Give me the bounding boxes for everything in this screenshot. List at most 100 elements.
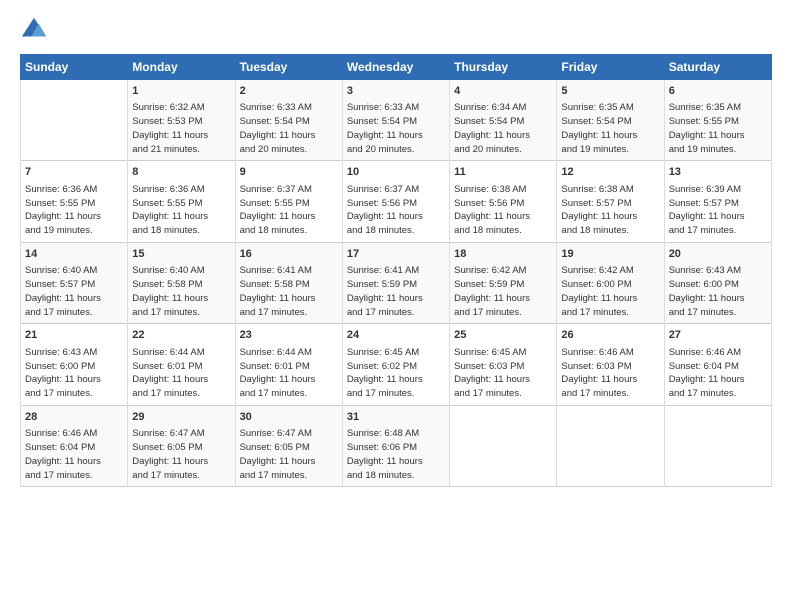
calendar-cell: 4 Sunrise: 6:34 AM Sunset: 5:54 PM Daylig… <box>450 80 557 161</box>
calendar-header-saturday: Saturday <box>664 55 771 80</box>
day-number: 15 <box>132 247 230 262</box>
calendar-week-row: 21 Sunrise: 6:43 AM Sunset: 6:00 PM Dayli… <box>21 324 772 405</box>
calendar-cell: 29 Sunrise: 6:47 AM Sunset: 6:05 PM Dayli… <box>128 405 235 486</box>
calendar-cell: 8Sunrise: 6:36 AM Sunset: 5:55 PM Daylig… <box>128 161 235 242</box>
day-number: 13 <box>669 165 767 180</box>
day-info: Sunrise: 6:33 AM Sunset: 5:54 PM Dayligh… <box>240 101 338 156</box>
calendar-header-tuesday: Tuesday <box>235 55 342 80</box>
calendar-header-friday: Friday <box>557 55 664 80</box>
day-info: Sunrise: 6:34 AM Sunset: 5:54 PM Dayligh… <box>454 101 552 156</box>
calendar-cell <box>450 405 557 486</box>
day-info: Sunrise: 6:40 AM Sunset: 5:57 PM Dayligh… <box>25 264 123 319</box>
day-info: Sunrise: 6:48 AM Sunset: 6:06 PM Dayligh… <box>347 427 445 482</box>
calendar-cell: 1 Sunrise: 6:32 AM Sunset: 5:53 PM Daylig… <box>128 80 235 161</box>
calendar-cell: 17 Sunrise: 6:41 AM Sunset: 5:59 PM Dayli… <box>342 242 449 323</box>
day-number: 21 <box>25 328 123 343</box>
calendar-cell: 26 Sunrise: 6:46 AM Sunset: 6:03 PM Dayli… <box>557 324 664 405</box>
calendar-cell <box>664 405 771 486</box>
day-number: 2 <box>240 84 338 99</box>
calendar-cell: 12Sunrise: 6:38 AM Sunset: 5:57 PM Dayli… <box>557 161 664 242</box>
calendar-cell: 6 Sunrise: 6:35 AM Sunset: 5:55 PM Daylig… <box>664 80 771 161</box>
day-info: Sunrise: 6:45 AM Sunset: 6:02 PM Dayligh… <box>347 346 445 401</box>
calendar-cell <box>21 80 128 161</box>
calendar-cell: 25Sunrise: 6:45 AM Sunset: 6:03 PM Dayli… <box>450 324 557 405</box>
day-number: 26 <box>561 328 659 343</box>
day-info: Sunrise: 6:41 AM Sunset: 5:59 PM Dayligh… <box>347 264 445 319</box>
day-info: Sunrise: 6:45 AM Sunset: 6:03 PM Dayligh… <box>454 346 552 401</box>
page-container: SundayMondayTuesdayWednesdayThursdayFrid… <box>0 0 792 497</box>
calendar-table: SundayMondayTuesdayWednesdayThursdayFrid… <box>20 54 772 487</box>
day-number: 6 <box>669 84 767 99</box>
day-number: 3 <box>347 84 445 99</box>
day-info: Sunrise: 6:44 AM Sunset: 6:01 PM Dayligh… <box>132 346 230 401</box>
day-info: Sunrise: 6:38 AM Sunset: 5:56 PM Dayligh… <box>454 183 552 238</box>
day-number: 10 <box>347 165 445 180</box>
calendar-cell: 31 Sunrise: 6:48 AM Sunset: 6:06 PM Dayli… <box>342 405 449 486</box>
day-number: 9 <box>240 165 338 180</box>
day-number: 14 <box>25 247 123 262</box>
calendar-cell: 27 Sunrise: 6:46 AM Sunset: 6:04 PM Dayli… <box>664 324 771 405</box>
day-number: 1 <box>132 84 230 99</box>
calendar-week-row: 1 Sunrise: 6:32 AM Sunset: 5:53 PM Daylig… <box>21 80 772 161</box>
day-info: Sunrise: 6:47 AM Sunset: 6:05 PM Dayligh… <box>240 427 338 482</box>
day-info: Sunrise: 6:35 AM Sunset: 5:55 PM Dayligh… <box>669 101 767 156</box>
day-number: 16 <box>240 247 338 262</box>
day-info: Sunrise: 6:43 AM Sunset: 6:00 PM Dayligh… <box>669 264 767 319</box>
calendar-header-wednesday: Wednesday <box>342 55 449 80</box>
header <box>20 16 772 44</box>
day-number: 17 <box>347 247 445 262</box>
day-info: Sunrise: 6:33 AM Sunset: 5:54 PM Dayligh… <box>347 101 445 156</box>
day-info: Sunrise: 6:36 AM Sunset: 5:55 PM Dayligh… <box>132 183 230 238</box>
day-info: Sunrise: 6:43 AM Sunset: 6:00 PM Dayligh… <box>25 346 123 401</box>
calendar-cell: 19 Sunrise: 6:42 AM Sunset: 6:00 PM Dayli… <box>557 242 664 323</box>
day-number: 29 <box>132 410 230 425</box>
calendar-cell: 23Sunrise: 6:44 AM Sunset: 6:01 PM Dayli… <box>235 324 342 405</box>
day-info: Sunrise: 6:46 AM Sunset: 6:04 PM Dayligh… <box>25 427 123 482</box>
day-number: 11 <box>454 165 552 180</box>
calendar-cell: 5 Sunrise: 6:35 AM Sunset: 5:54 PM Daylig… <box>557 80 664 161</box>
calendar-header-thursday: Thursday <box>450 55 557 80</box>
logo <box>20 16 52 44</box>
day-number: 24 <box>347 328 445 343</box>
day-info: Sunrise: 6:47 AM Sunset: 6:05 PM Dayligh… <box>132 427 230 482</box>
logo-icon <box>20 16 48 44</box>
calendar-cell <box>557 405 664 486</box>
day-number: 22 <box>132 328 230 343</box>
day-number: 7 <box>25 165 123 180</box>
day-number: 27 <box>669 328 767 343</box>
day-number: 5 <box>561 84 659 99</box>
day-info: Sunrise: 6:42 AM Sunset: 5:59 PM Dayligh… <box>454 264 552 319</box>
day-info: Sunrise: 6:35 AM Sunset: 5:54 PM Dayligh… <box>561 101 659 156</box>
calendar-cell: 7 Sunrise: 6:36 AM Sunset: 5:55 PM Daylig… <box>21 161 128 242</box>
calendar-week-row: 7 Sunrise: 6:36 AM Sunset: 5:55 PM Daylig… <box>21 161 772 242</box>
calendar-cell: 28Sunrise: 6:46 AM Sunset: 6:04 PM Dayli… <box>21 405 128 486</box>
calendar-cell: 14 Sunrise: 6:40 AM Sunset: 5:57 PM Dayli… <box>21 242 128 323</box>
calendar-cell: 15 Sunrise: 6:40 AM Sunset: 5:58 PM Dayli… <box>128 242 235 323</box>
calendar-header-row: SundayMondayTuesdayWednesdayThursdayFrid… <box>21 55 772 80</box>
day-info: Sunrise: 6:40 AM Sunset: 5:58 PM Dayligh… <box>132 264 230 319</box>
day-number: 18 <box>454 247 552 262</box>
day-number: 31 <box>347 410 445 425</box>
calendar-cell: 30 Sunrise: 6:47 AM Sunset: 6:05 PM Dayli… <box>235 405 342 486</box>
calendar-header-sunday: Sunday <box>21 55 128 80</box>
calendar-cell: 24 Sunrise: 6:45 AM Sunset: 6:02 PM Dayli… <box>342 324 449 405</box>
day-number: 30 <box>240 410 338 425</box>
calendar-cell: 11 Sunrise: 6:38 AM Sunset: 5:56 PM Dayli… <box>450 161 557 242</box>
calendar-cell: 10 Sunrise: 6:37 AM Sunset: 5:56 PM Dayli… <box>342 161 449 242</box>
day-info: Sunrise: 6:46 AM Sunset: 6:04 PM Dayligh… <box>669 346 767 401</box>
day-info: Sunrise: 6:46 AM Sunset: 6:03 PM Dayligh… <box>561 346 659 401</box>
calendar-week-row: 28Sunrise: 6:46 AM Sunset: 6:04 PM Dayli… <box>21 405 772 486</box>
day-info: Sunrise: 6:37 AM Sunset: 5:56 PM Dayligh… <box>347 183 445 238</box>
calendar-cell: 22 Sunrise: 6:44 AM Sunset: 6:01 PM Dayli… <box>128 324 235 405</box>
day-info: Sunrise: 6:42 AM Sunset: 6:00 PM Dayligh… <box>561 264 659 319</box>
day-number: 4 <box>454 84 552 99</box>
calendar-cell: 20Sunrise: 6:43 AM Sunset: 6:00 PM Dayli… <box>664 242 771 323</box>
calendar-cell: 2 Sunrise: 6:33 AM Sunset: 5:54 PM Daylig… <box>235 80 342 161</box>
calendar-week-row: 14 Sunrise: 6:40 AM Sunset: 5:57 PM Dayli… <box>21 242 772 323</box>
day-info: Sunrise: 6:41 AM Sunset: 5:58 PM Dayligh… <box>240 264 338 319</box>
day-info: Sunrise: 6:36 AM Sunset: 5:55 PM Dayligh… <box>25 183 123 238</box>
day-number: 12 <box>561 165 659 180</box>
day-info: Sunrise: 6:32 AM Sunset: 5:53 PM Dayligh… <box>132 101 230 156</box>
day-number: 19 <box>561 247 659 262</box>
calendar-cell: 9Sunrise: 6:37 AM Sunset: 5:55 PM Daylig… <box>235 161 342 242</box>
